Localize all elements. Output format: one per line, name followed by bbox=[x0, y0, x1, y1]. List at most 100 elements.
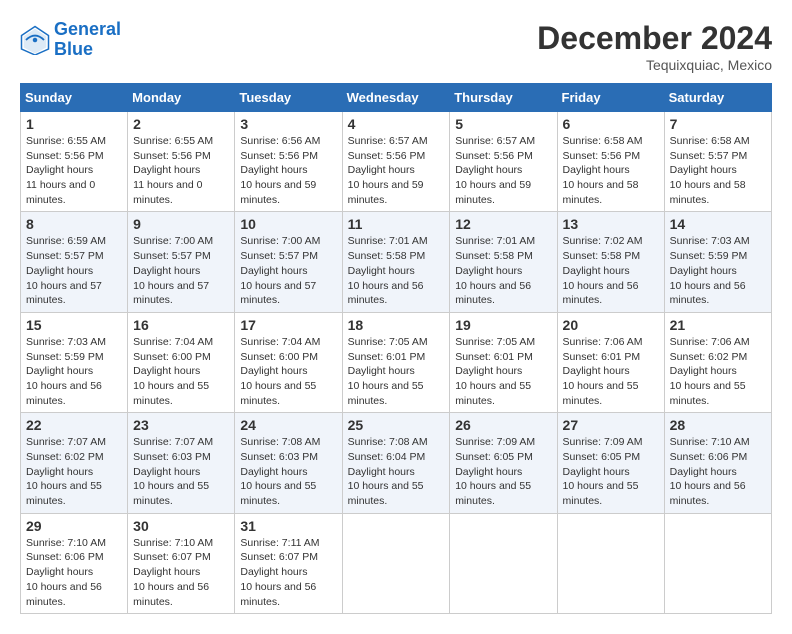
calendar-cell bbox=[342, 513, 450, 613]
day-info: Sunrise: 7:03 AM Sunset: 5:59 PM Dayligh… bbox=[26, 335, 122, 408]
logo-text: General Blue bbox=[54, 20, 121, 60]
header-sunday: Sunday bbox=[21, 84, 128, 112]
calendar-cell: 20 Sunrise: 7:06 AM Sunset: 6:01 PM Dayl… bbox=[557, 312, 664, 412]
day-info: Sunrise: 7:05 AM Sunset: 6:01 PM Dayligh… bbox=[348, 335, 445, 408]
calendar-cell: 2 Sunrise: 6:55 AM Sunset: 5:56 PM Dayli… bbox=[128, 112, 235, 212]
day-info: Sunrise: 6:55 AM Sunset: 5:56 PM Dayligh… bbox=[133, 134, 229, 207]
day-info: Sunrise: 7:09 AM Sunset: 6:05 PM Dayligh… bbox=[455, 435, 551, 508]
calendar-cell: 23 Sunrise: 7:07 AM Sunset: 6:03 PM Dayl… bbox=[128, 413, 235, 513]
day-number: 24 bbox=[240, 417, 336, 433]
page-header: General Blue December 2024 Tequixquiac, … bbox=[20, 20, 772, 73]
calendar-cell: 4 Sunrise: 6:57 AM Sunset: 5:56 PM Dayli… bbox=[342, 112, 450, 212]
calendar-cell: 14 Sunrise: 7:03 AM Sunset: 5:59 PM Dayl… bbox=[664, 212, 771, 312]
day-info: Sunrise: 7:10 AM Sunset: 6:06 PM Dayligh… bbox=[26, 536, 122, 609]
calendar-week-row: 22 Sunrise: 7:07 AM Sunset: 6:02 PM Dayl… bbox=[21, 413, 772, 513]
calendar-cell: 31 Sunrise: 7:11 AM Sunset: 6:07 PM Dayl… bbox=[235, 513, 342, 613]
location: Tequixquiac, Mexico bbox=[537, 57, 772, 73]
calendar-week-row: 1 Sunrise: 6:55 AM Sunset: 5:56 PM Dayli… bbox=[21, 112, 772, 212]
day-info: Sunrise: 7:06 AM Sunset: 6:01 PM Dayligh… bbox=[563, 335, 659, 408]
calendar-cell bbox=[450, 513, 557, 613]
calendar-week-row: 29 Sunrise: 7:10 AM Sunset: 6:06 PM Dayl… bbox=[21, 513, 772, 613]
calendar-cell: 11 Sunrise: 7:01 AM Sunset: 5:58 PM Dayl… bbox=[342, 212, 450, 312]
calendar-cell: 22 Sunrise: 7:07 AM Sunset: 6:02 PM Dayl… bbox=[21, 413, 128, 513]
calendar-cell: 19 Sunrise: 7:05 AM Sunset: 6:01 PM Dayl… bbox=[450, 312, 557, 412]
logo: General Blue bbox=[20, 20, 121, 60]
header-saturday: Saturday bbox=[664, 84, 771, 112]
day-number: 3 bbox=[240, 116, 336, 132]
header-friday: Friday bbox=[557, 84, 664, 112]
calendar-cell: 18 Sunrise: 7:05 AM Sunset: 6:01 PM Dayl… bbox=[342, 312, 450, 412]
day-info: Sunrise: 7:01 AM Sunset: 5:58 PM Dayligh… bbox=[348, 234, 445, 307]
calendar-cell: 15 Sunrise: 7:03 AM Sunset: 5:59 PM Dayl… bbox=[21, 312, 128, 412]
day-number: 23 bbox=[133, 417, 229, 433]
day-number: 13 bbox=[563, 216, 659, 232]
day-info: Sunrise: 7:05 AM Sunset: 6:01 PM Dayligh… bbox=[455, 335, 551, 408]
header-tuesday: Tuesday bbox=[235, 84, 342, 112]
day-number: 18 bbox=[348, 317, 445, 333]
calendar-cell: 12 Sunrise: 7:01 AM Sunset: 5:58 PM Dayl… bbox=[450, 212, 557, 312]
day-info: Sunrise: 7:04 AM Sunset: 6:00 PM Dayligh… bbox=[133, 335, 229, 408]
day-number: 19 bbox=[455, 317, 551, 333]
calendar-cell: 28 Sunrise: 7:10 AM Sunset: 6:06 PM Dayl… bbox=[664, 413, 771, 513]
calendar-cell: 8 Sunrise: 6:59 AM Sunset: 5:57 PM Dayli… bbox=[21, 212, 128, 312]
day-info: Sunrise: 7:07 AM Sunset: 6:02 PM Dayligh… bbox=[26, 435, 122, 508]
calendar-cell: 24 Sunrise: 7:08 AM Sunset: 6:03 PM Dayl… bbox=[235, 413, 342, 513]
day-number: 8 bbox=[26, 216, 122, 232]
day-number: 15 bbox=[26, 317, 122, 333]
calendar-cell: 21 Sunrise: 7:06 AM Sunset: 6:02 PM Dayl… bbox=[664, 312, 771, 412]
day-info: Sunrise: 7:04 AM Sunset: 6:00 PM Dayligh… bbox=[240, 335, 336, 408]
header-wednesday: Wednesday bbox=[342, 84, 450, 112]
day-number: 9 bbox=[133, 216, 229, 232]
day-number: 16 bbox=[133, 317, 229, 333]
day-info: Sunrise: 7:00 AM Sunset: 5:57 PM Dayligh… bbox=[133, 234, 229, 307]
day-number: 26 bbox=[455, 417, 551, 433]
day-number: 12 bbox=[455, 216, 551, 232]
calendar-cell: 13 Sunrise: 7:02 AM Sunset: 5:58 PM Dayl… bbox=[557, 212, 664, 312]
header-monday: Monday bbox=[128, 84, 235, 112]
logo-line2: Blue bbox=[54, 39, 93, 59]
calendar-cell bbox=[664, 513, 771, 613]
header-thursday: Thursday bbox=[450, 84, 557, 112]
days-header-row: Sunday Monday Tuesday Wednesday Thursday… bbox=[21, 84, 772, 112]
day-info: Sunrise: 7:01 AM Sunset: 5:58 PM Dayligh… bbox=[455, 234, 551, 307]
calendar-cell: 26 Sunrise: 7:09 AM Sunset: 6:05 PM Dayl… bbox=[450, 413, 557, 513]
day-info: Sunrise: 7:08 AM Sunset: 6:04 PM Dayligh… bbox=[348, 435, 445, 508]
calendar-cell: 27 Sunrise: 7:09 AM Sunset: 6:05 PM Dayl… bbox=[557, 413, 664, 513]
day-number: 20 bbox=[563, 317, 659, 333]
day-number: 1 bbox=[26, 116, 122, 132]
day-number: 27 bbox=[563, 417, 659, 433]
month-title: December 2024 bbox=[537, 20, 772, 57]
calendar-cell: 25 Sunrise: 7:08 AM Sunset: 6:04 PM Dayl… bbox=[342, 413, 450, 513]
day-info: Sunrise: 6:57 AM Sunset: 5:56 PM Dayligh… bbox=[348, 134, 445, 207]
day-number: 30 bbox=[133, 518, 229, 534]
day-number: 28 bbox=[670, 417, 766, 433]
day-number: 14 bbox=[670, 216, 766, 232]
day-info: Sunrise: 7:03 AM Sunset: 5:59 PM Dayligh… bbox=[670, 234, 766, 307]
calendar-cell: 17 Sunrise: 7:04 AM Sunset: 6:00 PM Dayl… bbox=[235, 312, 342, 412]
day-info: Sunrise: 7:11 AM Sunset: 6:07 PM Dayligh… bbox=[240, 536, 336, 609]
calendar-week-row: 15 Sunrise: 7:03 AM Sunset: 5:59 PM Dayl… bbox=[21, 312, 772, 412]
day-number: 25 bbox=[348, 417, 445, 433]
calendar-cell: 6 Sunrise: 6:58 AM Sunset: 5:56 PM Dayli… bbox=[557, 112, 664, 212]
calendar-cell: 7 Sunrise: 6:58 AM Sunset: 5:57 PM Dayli… bbox=[664, 112, 771, 212]
day-number: 6 bbox=[563, 116, 659, 132]
day-info: Sunrise: 6:59 AM Sunset: 5:57 PM Dayligh… bbox=[26, 234, 122, 307]
calendar-cell: 29 Sunrise: 7:10 AM Sunset: 6:06 PM Dayl… bbox=[21, 513, 128, 613]
day-number: 2 bbox=[133, 116, 229, 132]
day-info: Sunrise: 7:10 AM Sunset: 6:07 PM Dayligh… bbox=[133, 536, 229, 609]
calendar-cell: 3 Sunrise: 6:56 AM Sunset: 5:56 PM Dayli… bbox=[235, 112, 342, 212]
calendar-cell: 10 Sunrise: 7:00 AM Sunset: 5:57 PM Dayl… bbox=[235, 212, 342, 312]
day-info: Sunrise: 7:07 AM Sunset: 6:03 PM Dayligh… bbox=[133, 435, 229, 508]
calendar-cell: 9 Sunrise: 7:00 AM Sunset: 5:57 PM Dayli… bbox=[128, 212, 235, 312]
day-number: 10 bbox=[240, 216, 336, 232]
day-number: 22 bbox=[26, 417, 122, 433]
calendar-cell bbox=[557, 513, 664, 613]
title-block: December 2024 Tequixquiac, Mexico bbox=[537, 20, 772, 73]
day-number: 4 bbox=[348, 116, 445, 132]
day-number: 29 bbox=[26, 518, 122, 534]
day-info: Sunrise: 7:09 AM Sunset: 6:05 PM Dayligh… bbox=[563, 435, 659, 508]
day-info: Sunrise: 6:56 AM Sunset: 5:56 PM Dayligh… bbox=[240, 134, 336, 207]
logo-icon bbox=[20, 25, 50, 55]
day-info: Sunrise: 6:58 AM Sunset: 5:57 PM Dayligh… bbox=[670, 134, 766, 207]
day-info: Sunrise: 7:06 AM Sunset: 6:02 PM Dayligh… bbox=[670, 335, 766, 408]
